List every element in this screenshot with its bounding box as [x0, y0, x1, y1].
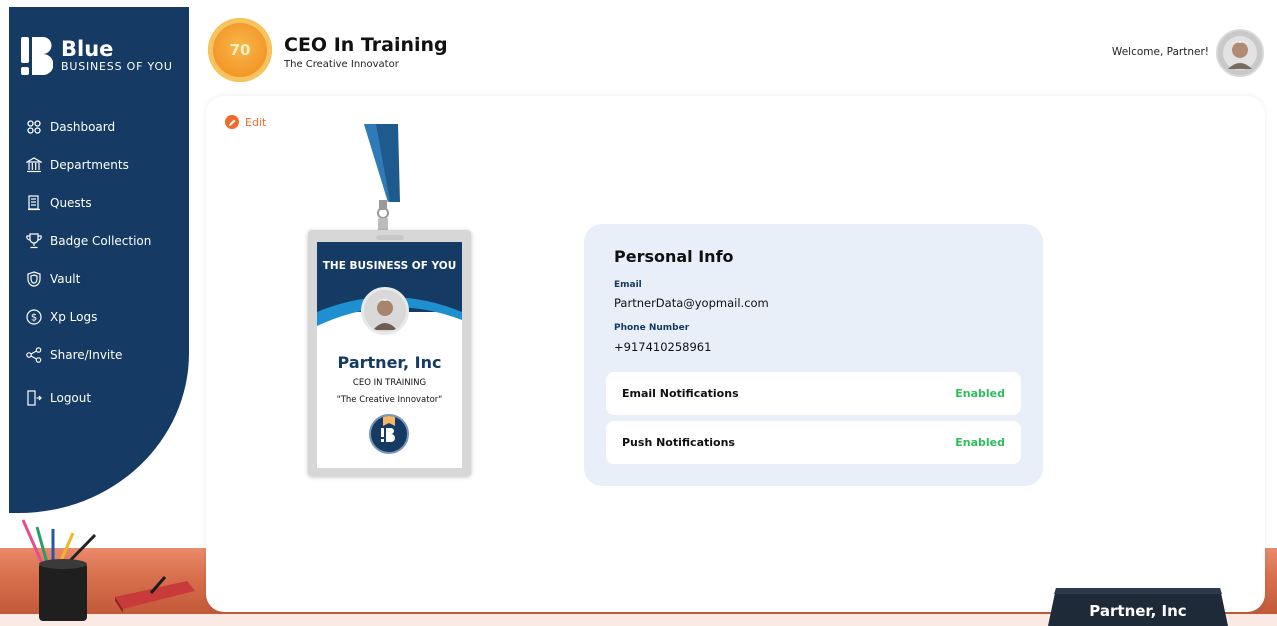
personal-info-panel: Personal Info Email PartnerData@yopmail.…: [584, 224, 1043, 486]
brand-badge-icon: [369, 414, 409, 454]
edit-label: Edit: [245, 115, 267, 129]
brand-logo-icon: [21, 37, 54, 75]
pen-cup-illustration: [15, 515, 200, 625]
id-badge: THE BUSINESS OF YOU Partner, Inc CEO IN …: [308, 230, 471, 476]
level-coin-icon: 70: [208, 18, 272, 82]
user-avatar[interactable]: [1216, 29, 1264, 77]
sidebar-item-xp-logs[interactable]: $ Xp Logs: [9, 298, 189, 336]
sidebar-item-label: Departments: [50, 158, 129, 172]
badge-tagline: "The Creative Innovator": [336, 395, 443, 405]
sidebar-item-label: Badge Collection: [50, 234, 152, 248]
sidebar-item-label: Share/Invite: [50, 348, 123, 362]
edit-button[interactable]: Edit: [225, 115, 266, 129]
email-notifications-row[interactable]: Email Notifications Enabled: [606, 372, 1021, 415]
sidebar-item-logout[interactable]: Logout: [9, 379, 189, 417]
share-icon: [26, 347, 42, 363]
sidebar: Blue BUSINESS OF YOU Dashboard Departmen…: [9, 7, 189, 513]
badge-name: Partner, Inc: [337, 353, 442, 372]
bank-icon: [26, 157, 42, 173]
phone-value: +917410258961: [614, 340, 712, 354]
sidebar-item-badge-collection[interactable]: Badge Collection: [9, 222, 189, 260]
dollar-coin-icon: $: [26, 309, 42, 325]
push-notifications-label: Push Notifications: [622, 436, 735, 449]
sidebar-item-label: Dashboard: [50, 120, 116, 134]
pencil-icon: [225, 115, 239, 129]
sidebar-item-share-invite[interactable]: Share/Invite: [9, 336, 189, 374]
personal-info-title: Personal Info: [614, 247, 734, 266]
lanyard-strap: [360, 124, 405, 204]
rank-title: CEO In Training: [284, 34, 448, 56]
push-notifications-row[interactable]: Push Notifications Enabled: [606, 421, 1021, 464]
email-value: PartnerData@yopmail.com: [614, 296, 769, 310]
badge-role: CEO IN TRAINING: [352, 378, 427, 388]
email-notifications-label: Email Notifications: [622, 387, 739, 400]
trophy-icon: [26, 233, 42, 249]
welcome-text: Welcome, Partner!: [1111, 46, 1209, 58]
sidebar-nav: Dashboard Departments Quests Badge Colle…: [9, 108, 189, 417]
email-label: Email: [614, 280, 642, 290]
push-notifications-status[interactable]: Enabled: [955, 436, 1005, 449]
badge-slot: [376, 235, 404, 240]
rank-subtitle: The Creative Innovator: [284, 59, 399, 70]
level-number: 70: [229, 41, 251, 59]
brand-title: Blue: [61, 37, 114, 61]
brand-subtitle: BUSINESS OF YOU: [61, 60, 173, 73]
sidebar-item-label: Xp Logs: [50, 310, 98, 324]
sidebar-item-departments[interactable]: Departments: [9, 146, 189, 184]
sidebar-item-dashboard[interactable]: Dashboard: [9, 108, 189, 146]
sidebar-item-label: Quests: [50, 196, 92, 210]
badge-title: THE BUSINESS OF YOU: [322, 260, 457, 272]
nameplate-text: Partner, Inc: [1089, 602, 1187, 620]
sidebar-item-label: Logout: [50, 391, 92, 405]
dashboard-grid-icon: [26, 119, 42, 135]
svg-text:$: $: [31, 313, 37, 324]
phone-label: Phone Number: [614, 323, 690, 333]
sidebar-item-label: Vault: [50, 272, 81, 286]
brand-logo[interactable]: Blue BUSINESS OF YOU: [21, 37, 173, 75]
badge-photo: [361, 287, 409, 335]
scroll-icon: [26, 195, 42, 211]
sidebar-item-quests[interactable]: Quests: [9, 184, 189, 222]
email-notifications-status[interactable]: Enabled: [955, 387, 1005, 400]
sidebar-item-vault[interactable]: Vault: [9, 260, 189, 298]
shield-icon: [26, 271, 42, 287]
logout-door-icon: [26, 390, 42, 406]
